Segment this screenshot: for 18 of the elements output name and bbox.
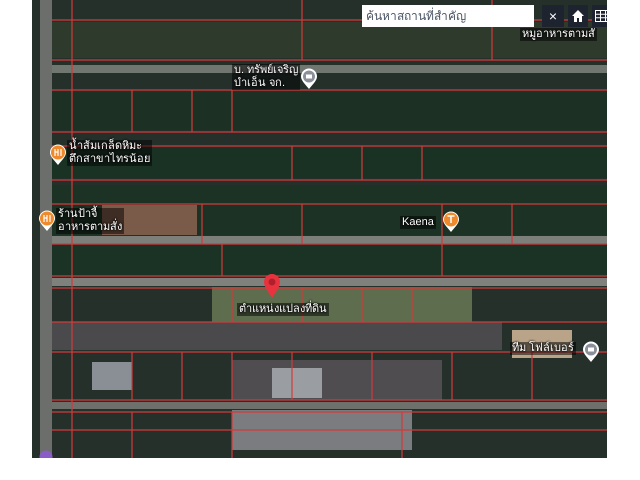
map-label: ร้านป้าจี้ อาหารตามสั่ง <box>56 208 124 234</box>
restaurant-pin-icon[interactable] <box>49 144 67 166</box>
map-label: หมูอาหารตามสั <box>520 28 597 41</box>
map-label: ทีม โฟล์เบอร์ <box>510 342 576 355</box>
map-label: บ. ทรัพย์เจริญ บำเอ็น จก. <box>232 64 300 90</box>
home-icon <box>571 9 585 23</box>
map-label: ตำแหน่งแปลงที่ดิน <box>237 303 329 316</box>
grid-icon <box>595 10 607 22</box>
close-button[interactable]: × <box>542 5 564 27</box>
location-pin-icon[interactable] <box>263 273 281 299</box>
shop-pin-icon[interactable] <box>442 211 460 233</box>
map-label: น้ำส้มเกล็ดหิมะ ตึกสาขาไทรน้อย <box>67 140 152 166</box>
place-pin-icon[interactable] <box>582 341 600 363</box>
map-label: Kaena <box>400 216 436 229</box>
place-pin-icon[interactable] <box>300 68 318 90</box>
restaurant-pin-icon[interactable] <box>38 210 56 232</box>
home-button[interactable] <box>568 5 588 27</box>
search-field[interactable]: ค้นหาสถานที่สำคัญ <box>362 5 534 27</box>
